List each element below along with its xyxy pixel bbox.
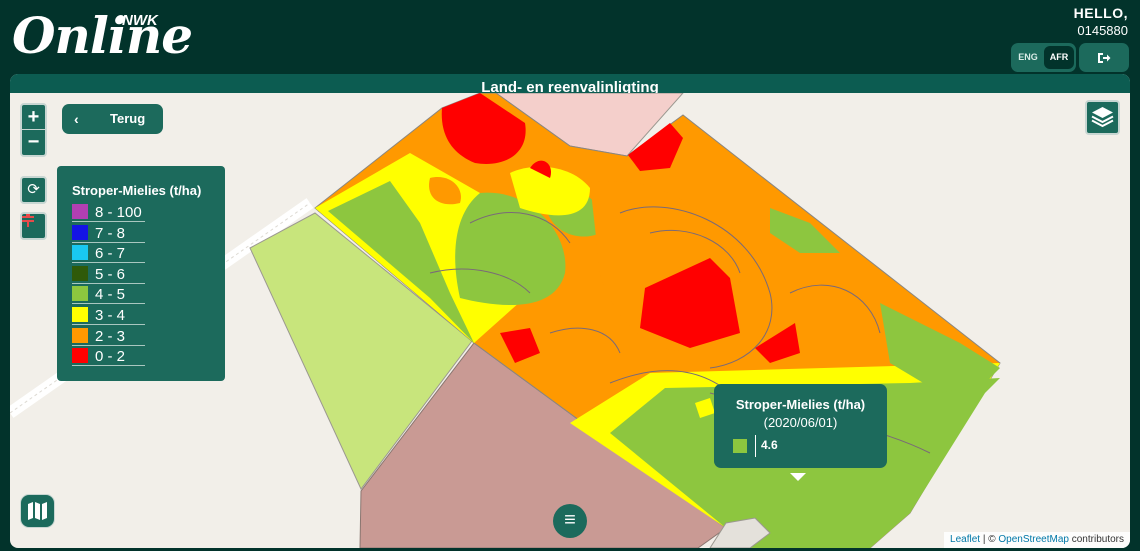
zoom-in-button[interactable]: + bbox=[22, 105, 45, 130]
point-popup: Stroper-Mielies (t/ha) (2020/06/01) 4.6 bbox=[714, 384, 887, 468]
chevron-left-icon: ‹ bbox=[74, 111, 79, 127]
legend-swatch bbox=[72, 307, 88, 322]
refresh-button[interactable]: ⟳ bbox=[20, 176, 47, 204]
sign-out-icon bbox=[1098, 53, 1111, 64]
legend-swatch bbox=[72, 245, 88, 261]
user-greeting: HELLO, 0145880 bbox=[1074, 5, 1128, 38]
legend-swatch bbox=[72, 286, 88, 302]
language-toggle: ENG AFR bbox=[1011, 43, 1076, 72]
legend-item: 7 - 8 bbox=[72, 223, 145, 243]
popup-title: Stroper-Mielies (t/ha) bbox=[735, 397, 866, 412]
yield-map[interactable]: + − ‹ Terug ⟳ Stroper-Mielies (t/ha) 8 -… bbox=[10, 93, 1130, 548]
back-label: Terug bbox=[110, 111, 146, 126]
language-eng-button[interactable]: ENG bbox=[1013, 46, 1043, 69]
logo-sub-text: NWK bbox=[122, 12, 158, 29]
legend-item: 3 - 4 bbox=[72, 305, 145, 325]
map-attribution: Leaflet | © OpenStreetMap contributors bbox=[944, 532, 1130, 548]
basemap-button[interactable] bbox=[20, 494, 55, 528]
legend-label: 2 - 3 bbox=[95, 327, 126, 345]
zoom-control: + − bbox=[20, 103, 47, 157]
logo-main-text: Online bbox=[12, 6, 193, 65]
layers-icon bbox=[1091, 107, 1114, 128]
attribution-separator: | © bbox=[980, 534, 999, 545]
legend-label: 3 - 4 bbox=[95, 307, 126, 324]
popup-swatch bbox=[733, 439, 747, 453]
popup-date: (2020/06/01) bbox=[763, 415, 838, 430]
user-id: 0145880 bbox=[1077, 23, 1128, 38]
legend-swatch bbox=[72, 327, 88, 343]
top-bar: Online NWK HELLO, 0145880 ENG AFR bbox=[0, 0, 1140, 78]
zoom-out-button[interactable]: − bbox=[22, 130, 45, 155]
map-icon bbox=[28, 502, 47, 520]
legend-swatch bbox=[72, 348, 88, 364]
hamburger-menu-icon: ≡ bbox=[564, 509, 576, 531]
legend-label: 7 - 8 bbox=[95, 224, 126, 242]
page-title: Land- en reenvalinligting bbox=[481, 79, 659, 93]
attribution-suffix: contributors bbox=[1068, 534, 1124, 545]
refresh-icon: ⟳ bbox=[27, 181, 40, 198]
legend-title: Stroper-Mielies (t/ha) bbox=[72, 183, 202, 198]
page-title-strip: Land- en reenvalinligting bbox=[10, 74, 1130, 93]
popup-divider bbox=[755, 435, 756, 457]
legend-label: 6 - 7 bbox=[95, 245, 126, 263]
legend-item: 2 - 3 bbox=[72, 326, 145, 346]
language-afr-button[interactable]: AFR bbox=[1044, 46, 1074, 69]
legend-item: 5 - 6 bbox=[72, 264, 145, 284]
layers-button[interactable] bbox=[1085, 100, 1120, 135]
legend-item: 4 - 5 bbox=[72, 284, 145, 305]
leaflet-link[interactable]: Leaflet bbox=[950, 534, 980, 545]
legend-label: 0 - 2 bbox=[95, 348, 126, 366]
menu-button[interactable]: ≡ bbox=[553, 504, 587, 538]
popup-pointer bbox=[790, 473, 806, 481]
legend-label: 8 - 100 bbox=[95, 204, 142, 221]
nwk-online-logo[interactable]: Online NWK bbox=[12, 4, 193, 72]
map-frame: Land- en reenvalinligting + − ‹ Terug ⟳ … bbox=[10, 74, 1130, 548]
greeting-text: HELLO, bbox=[1073, 5, 1128, 21]
logout-button[interactable] bbox=[1079, 43, 1129, 72]
legend-swatch bbox=[72, 224, 88, 240]
legend-label: 5 - 6 bbox=[95, 265, 126, 283]
legend-item: 8 - 100 bbox=[72, 202, 145, 222]
filter-icon bbox=[22, 214, 34, 227]
legend-item: 6 - 7 bbox=[72, 243, 145, 264]
osm-link[interactable]: OpenStreetMap bbox=[998, 534, 1069, 545]
legend-swatch bbox=[72, 204, 88, 219]
legend-label: 4 - 5 bbox=[95, 286, 126, 304]
legend-swatch bbox=[72, 265, 88, 281]
legend-item: 0 - 2 bbox=[72, 346, 145, 367]
popup-value: 4.6 bbox=[761, 438, 778, 452]
filter-button[interactable] bbox=[20, 212, 47, 240]
back-button[interactable]: ‹ Terug bbox=[62, 104, 163, 134]
yield-legend: Stroper-Mielies (t/ha) 8 - 100 7 - 8 6 - 7… bbox=[57, 166, 225, 381]
